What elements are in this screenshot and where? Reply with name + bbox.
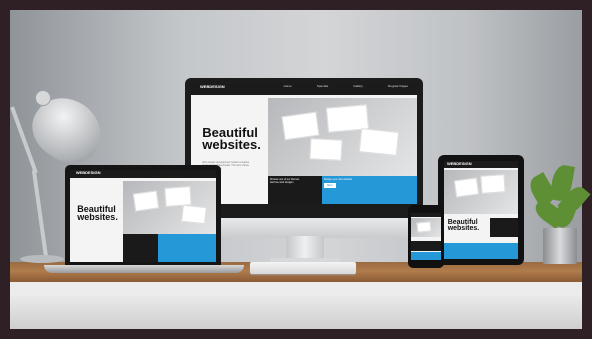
hero-card — [359, 127, 400, 156]
blue-cta-panel — [411, 251, 441, 260]
hero-card — [132, 190, 160, 212]
dark-info-panel: Choose one of our themes Get free web de… — [267, 176, 323, 204]
site-headline: Beautiful websites. — [77, 204, 118, 223]
blue-cta-panel: Design your own website More — [322, 176, 417, 204]
site-navbar: WEBDESIGN — [70, 170, 216, 179]
site-logo: WEBDESIGN — [200, 84, 225, 90]
laptop-screen: WEBDESIGN Beautiful websites. — [70, 170, 216, 262]
hero-card — [281, 111, 320, 141]
headline-line: websites. — [77, 212, 118, 223]
site-logo: WEBDESIGN — [75, 170, 101, 176]
smartphone — [408, 205, 444, 268]
hero-card — [480, 174, 506, 194]
blue-cta-panel — [444, 243, 518, 259]
dark-panel-subtitle: Get free web designs — [269, 181, 294, 185]
blue-panel-title: Design your own website — [324, 178, 352, 182]
hero-image — [411, 217, 441, 238]
blue-cta-panel — [157, 234, 216, 262]
hero-card — [454, 177, 479, 198]
headline-line: websites. — [202, 136, 261, 152]
nav-item: Home — [283, 84, 292, 89]
plant-pot — [543, 228, 577, 264]
site-nav-menu: Home Specials Gallery Regular Pages — [284, 84, 408, 88]
tablet-screen: WEBDESIGN Beautiful websites. — [444, 161, 518, 259]
cta-button: More — [324, 183, 336, 189]
headline-line: websites. — [447, 225, 480, 233]
nav-item: Gallery — [353, 84, 363, 89]
nav-item: Regular Pages — [388, 84, 408, 89]
laptop: WEBDESIGN Beautiful websites. — [65, 165, 221, 265]
phone-screen — [411, 213, 441, 260]
laptop-keyboard-base — [44, 265, 244, 273]
site-logo: WEBDESIGN — [446, 161, 472, 167]
tablet: WEBDESIGN Beautiful websites. — [438, 155, 524, 265]
dark-info-panel — [122, 234, 158, 262]
lamp-joint — [35, 90, 51, 106]
site-navbar — [411, 213, 441, 217]
hero-image — [122, 181, 216, 235]
site-navbar: WEBDESIGN Home Specials Gallery Regular … — [191, 84, 417, 95]
desk-front-edge — [10, 282, 582, 296]
site-navbar: WEBDESIGN — [444, 161, 518, 168]
hero-card — [181, 204, 208, 224]
hero-image — [444, 169, 518, 214]
hero-card — [416, 221, 432, 233]
lamp-base — [20, 255, 64, 263]
dark-info-panel — [489, 217, 518, 238]
site-headline: Beautiful websites. — [447, 219, 480, 233]
dark-info-panel — [411, 241, 441, 251]
keyboard — [250, 262, 356, 274]
hero-card — [309, 138, 342, 161]
site-headline: Beautiful websites. — [202, 126, 261, 152]
nav-item: Specials — [316, 84, 329, 89]
floor — [10, 296, 582, 329]
desktop-screen: WEBDESIGN Home Specials Gallery Regular … — [191, 84, 417, 204]
hero-image — [267, 98, 417, 177]
